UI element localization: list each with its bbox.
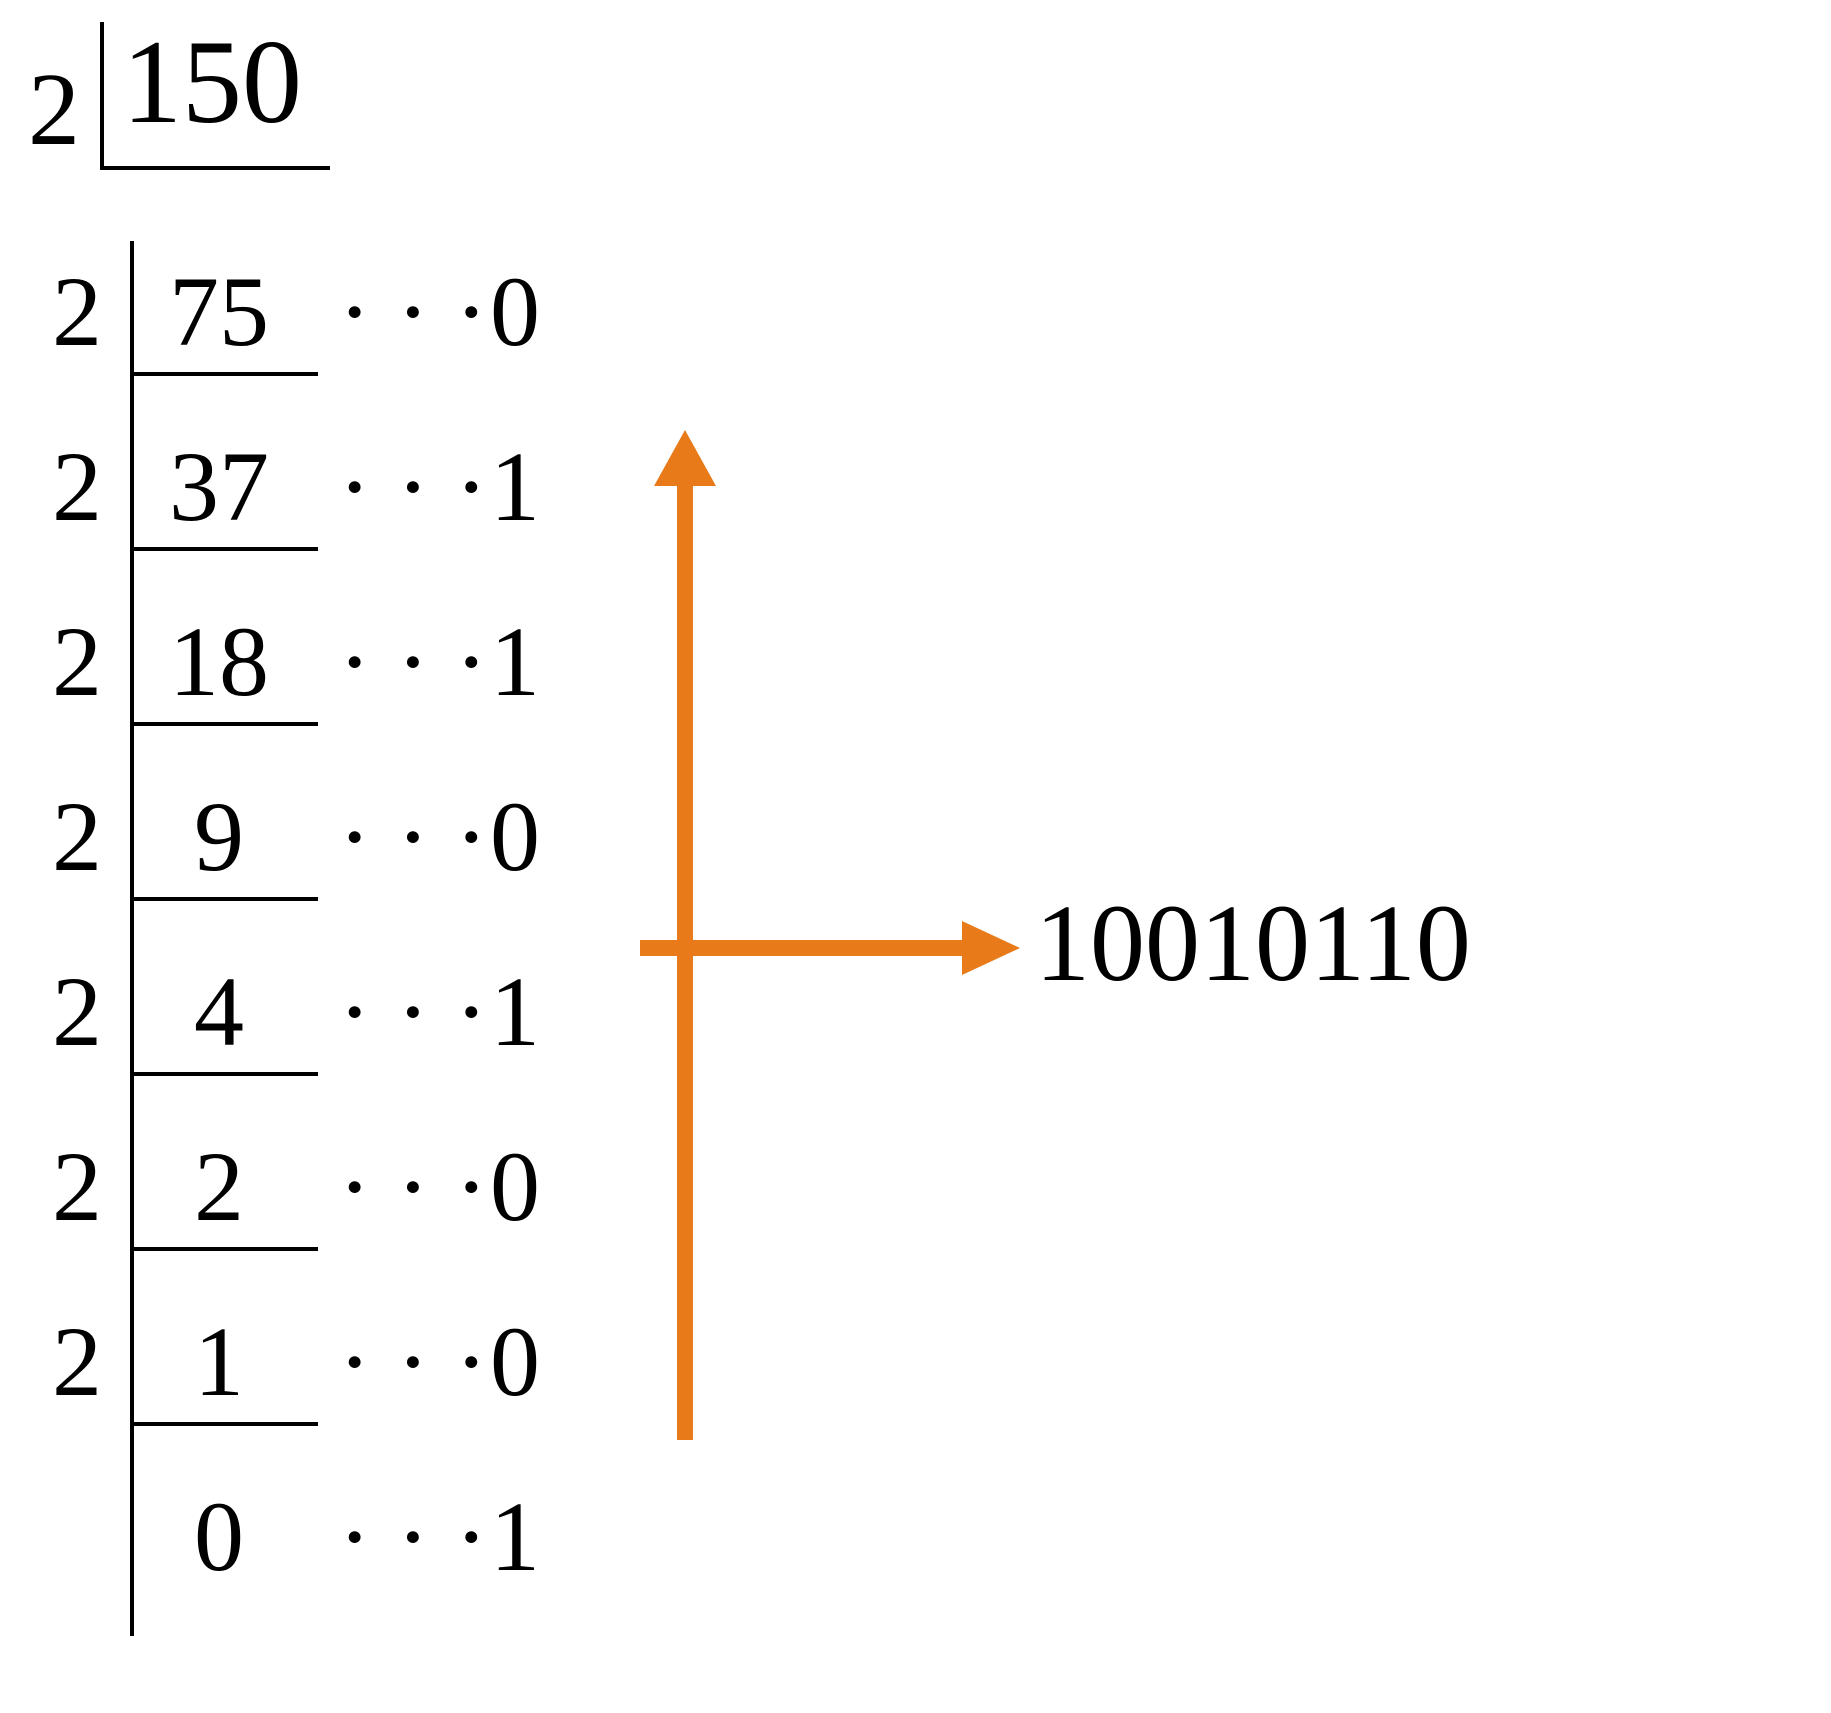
initial-dividend: 150 [122,22,302,142]
dots-1: · · · [338,262,488,362]
diagram-canvas: 2 150 2 75 · · · 0 2 37 · · · 1 2 18 · ·… [0,0,1831,1713]
step-remainder-2: 1 [490,437,540,537]
step-quotient-4: 9 [134,787,304,887]
step-quotient-2: 37 [134,437,304,537]
step-underline-2 [130,547,318,551]
step-remainder-1: 0 [490,262,540,362]
dots-4: · · · [338,787,488,887]
step-quotient-8: 0 [134,1487,304,1587]
dots-3: · · · [338,612,488,712]
step-quotient-1: 75 [134,262,304,362]
step-remainder-8: 1 [490,1487,540,1587]
step-quotient-6: 2 [134,1137,304,1237]
step-quotient-5: 4 [134,962,304,1062]
binary-result: 10010110 [1035,888,1471,998]
initial-divisor: 2 [28,58,80,162]
dots-7: · · · [338,1312,488,1412]
step-underline-6 [130,1247,318,1251]
dots-2: · · · [338,437,488,537]
step-underline-1 [130,372,318,376]
step-underline-3 [130,722,318,726]
bracket-vertical-row0 [100,22,104,170]
step-divisor-5: 2 [52,962,102,1062]
arrow-right-icon [640,913,1020,983]
step-remainder-7: 0 [490,1312,540,1412]
dots-6: · · · [338,1137,488,1237]
step-divisor-6: 2 [52,1137,102,1237]
step-underline-7 [130,1422,318,1426]
step-divisor-3: 2 [52,612,102,712]
step-quotient-7: 1 [134,1312,304,1412]
dots-5: · · · [338,962,488,1062]
step-divisor-1: 2 [52,262,102,362]
step-remainder-4: 0 [490,787,540,887]
step-underline-5 [130,1072,318,1076]
dots-8: · · · [338,1487,488,1587]
step-underline-4 [130,897,318,901]
step-divisor-4: 2 [52,787,102,887]
step-remainder-3: 1 [490,612,540,712]
step-quotient-3: 18 [134,612,304,712]
step-divisor-2: 2 [52,437,102,537]
bracket-horizontal-row0 [100,166,330,170]
step-remainder-5: 1 [490,962,540,1062]
step-divisor-7: 2 [52,1312,102,1412]
step-remainder-6: 0 [490,1137,540,1237]
